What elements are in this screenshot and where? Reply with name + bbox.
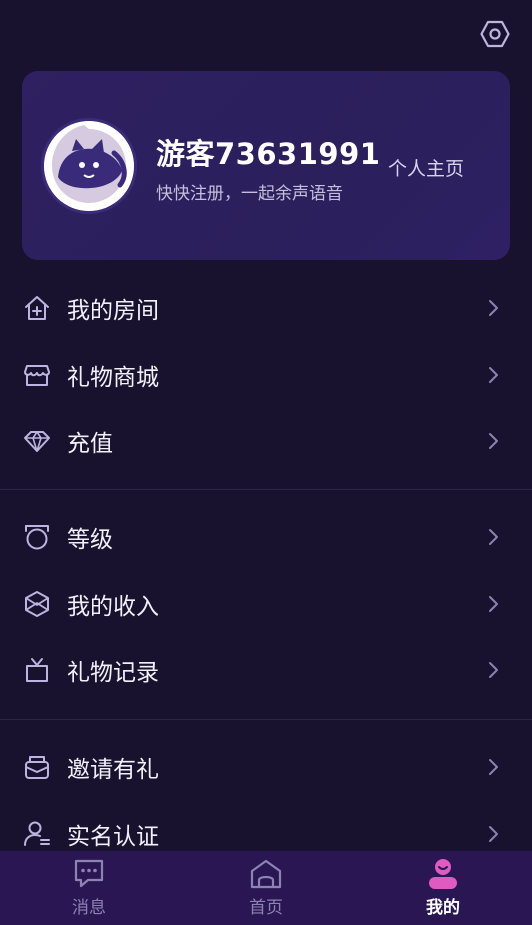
chevron-right-icon	[484, 825, 502, 843]
chevron-right-icon	[484, 661, 502, 679]
section-divider	[0, 719, 532, 720]
username: 游客73631991	[156, 137, 381, 171]
tab-home[interactable]: 首页	[206, 851, 326, 925]
profile-card[interactable]: 游客73631991 快快注册，一起余声语音 个人主页	[22, 71, 510, 260]
menu-item-my-income[interactable]: 我的收入	[0, 571, 532, 638]
menu-label: 我的收入	[67, 593, 159, 620]
tab-label: 我的	[426, 898, 460, 918]
section-divider	[0, 489, 532, 490]
chevron-right-icon	[484, 432, 502, 450]
house-icon	[22, 293, 52, 323]
chevron-right-icon	[484, 595, 502, 613]
chevron-right-icon	[484, 758, 502, 776]
menu-group-3: 邀请有礼 实名认证	[0, 734, 532, 867]
menu-item-invite-rewards[interactable]: 邀请有礼	[0, 734, 532, 801]
settings-icon	[480, 20, 510, 48]
diamond-icon	[22, 426, 52, 456]
tab-label: 消息	[72, 898, 106, 918]
register-prompt[interactable]: 快快注册，一起余声语音	[156, 179, 343, 204]
profile-icon	[425, 857, 461, 891]
level-badge-icon	[22, 522, 52, 552]
message-icon	[71, 857, 107, 891]
top-bar	[0, 0, 532, 68]
cat-avatar-icon	[44, 121, 134, 211]
income-icon	[22, 589, 52, 619]
invite-icon	[22, 752, 52, 782]
menu-label: 邀请有礼	[67, 757, 159, 784]
bottom-tab-bar: 消息 首页 我的	[0, 851, 532, 925]
personal-homepage-link[interactable]: 个人主页	[388, 154, 464, 181]
chevron-right-icon	[484, 366, 502, 384]
menu-item-my-room[interactable]: 我的房间	[0, 275, 532, 342]
menu-label: 我的房间	[67, 298, 159, 325]
menu-group-2: 等级 我的收入 礼物记录	[0, 504, 532, 704]
menu-label: 实名认证	[67, 823, 159, 850]
home-icon	[248, 857, 284, 891]
settings-button[interactable]	[478, 17, 512, 51]
avatar[interactable]	[44, 121, 134, 211]
menu-label: 礼物商城	[67, 364, 159, 391]
menu-label: 等级	[67, 527, 113, 554]
chevron-right-icon	[484, 528, 502, 546]
menu-item-gift-records[interactable]: 礼物记录	[0, 637, 532, 704]
menu-label: 礼物记录	[67, 660, 159, 687]
menu-item-recharge[interactable]: 充值	[0, 408, 532, 475]
menu-group-1: 我的房间 礼物商城 充值	[0, 275, 532, 475]
menu-label: 充值	[67, 431, 113, 458]
tab-mine[interactable]: 我的	[383, 851, 503, 925]
user-verify-icon	[22, 819, 52, 849]
tab-messages[interactable]: 消息	[29, 851, 149, 925]
tab-label: 首页	[249, 898, 283, 918]
menu-item-gift-store[interactable]: 礼物商城	[0, 342, 532, 409]
menu-item-level[interactable]: 等级	[0, 504, 532, 571]
gift-icon	[22, 655, 52, 685]
chevron-right-icon	[484, 299, 502, 317]
store-icon	[22, 360, 52, 390]
